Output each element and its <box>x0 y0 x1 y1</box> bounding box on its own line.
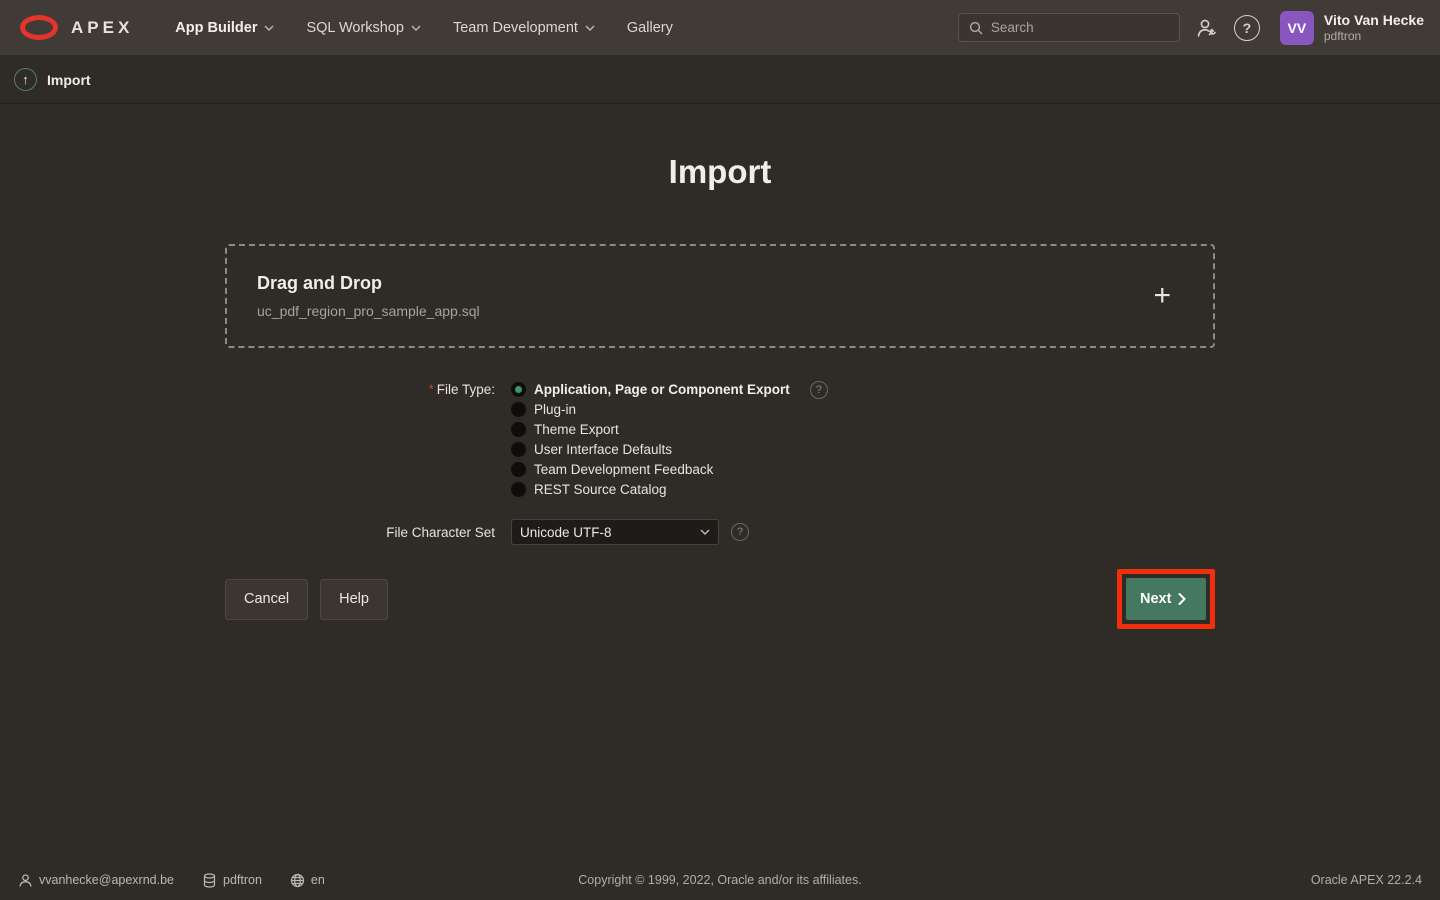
footer-language-code: en <box>311 873 325 887</box>
file-type-label: *File Type: <box>225 382 511 497</box>
chevron-down-icon <box>700 529 710 535</box>
nav-gallery[interactable]: Gallery <box>611 0 689 55</box>
breadcrumb: ↑ Import <box>0 56 1440 104</box>
nav-gallery-label: Gallery <box>627 20 673 36</box>
charset-row: File Character Set Unicode UTF-8 ? <box>225 519 1215 545</box>
avatar: VV <box>1280 11 1314 45</box>
nav-app-builder[interactable]: App Builder <box>159 0 290 55</box>
import-wizard: Import Drag and Drop uc_pdf_region_pro_s… <box>225 104 1215 629</box>
annotation-highlight-box: Next <box>1117 569 1215 629</box>
question-glyph: ? <box>737 526 743 538</box>
radio-icon <box>511 482 526 497</box>
radio-icon <box>511 422 526 437</box>
arrow-up-glyph: ↑ <box>22 72 29 87</box>
footer-language[interactable]: en <box>290 873 325 888</box>
next-button-label: Next <box>1140 591 1171 607</box>
radio-icon <box>511 462 526 477</box>
radio-theme-export[interactable]: Theme Export <box>511 422 828 437</box>
dropzone-title: Drag and Drop <box>257 273 480 294</box>
global-search[interactable] <box>958 13 1180 42</box>
dropzone-selected-file: uc_pdf_region_pro_sample_app.sql <box>257 303 480 319</box>
nav-team-development-label: Team Development <box>453 20 578 36</box>
footer-workspace-name: pdftron <box>223 873 262 887</box>
charset-selected-value: Unicode UTF-8 <box>520 525 612 540</box>
wizard-actions: Cancel Help Next <box>225 569 1215 629</box>
field-help-icon[interactable]: ? <box>810 381 828 399</box>
oracle-logo-icon[interactable] <box>20 15 58 40</box>
radio-rest-source-catalog[interactable]: REST Source Catalog <box>511 482 828 497</box>
help-icon[interactable]: ? <box>1234 15 1260 41</box>
dropzone-text: Drag and Drop uc_pdf_region_pro_sample_a… <box>257 273 480 319</box>
next-button[interactable]: Next <box>1126 578 1206 620</box>
administration-icon[interactable] <box>1194 15 1220 41</box>
main-menu: App Builder SQL Workshop Team Developmen… <box>159 0 689 55</box>
footer-version: Oracle APEX 22.2.4 <box>1311 873 1422 887</box>
chevron-down-icon <box>585 25 595 31</box>
charset-select[interactable]: Unicode UTF-8 <box>511 519 719 545</box>
question-glyph: ? <box>1243 20 1252 36</box>
nav-sql-workshop-label: SQL Workshop <box>306 20 404 36</box>
footer-user[interactable]: vvanhecke@apexrnd.be <box>18 873 174 888</box>
question-glyph: ? <box>816 384 822 396</box>
user-name: Vito Van Hecke <box>1324 12 1424 29</box>
nav-app-builder-label: App Builder <box>175 20 257 36</box>
header-right-tools: ? VV Vito Van Hecke pdftron <box>958 11 1424 45</box>
arrow-up-icon[interactable]: ↑ <box>14 68 37 91</box>
footer: Copyright © 1999, 2022, Oracle and/or it… <box>0 860 1440 900</box>
footer-workspace[interactable]: pdftron <box>202 873 262 888</box>
radio-icon <box>511 382 526 397</box>
top-navigation-bar: APEX App Builder SQL Workshop Team Devel… <box>0 0 1440 56</box>
radio-label: Application, Page or Component Export <box>534 382 790 397</box>
search-input[interactable] <box>991 20 1169 35</box>
radio-label: Plug-in <box>534 402 576 417</box>
file-type-row: *File Type: Application, Page or Compone… <box>225 382 1215 497</box>
required-marker: * <box>429 382 434 396</box>
file-type-label-text: File Type: <box>437 382 495 397</box>
charset-label: File Character Set <box>225 525 511 540</box>
search-icon <box>969 21 983 35</box>
apex-wordmark: APEX <box>71 18 133 38</box>
radio-application-export[interactable]: Application, Page or Component Export ? <box>511 382 828 397</box>
chevron-right-icon <box>1178 593 1186 605</box>
person-icon <box>18 873 33 888</box>
radio-label: Team Development Feedback <box>534 462 713 477</box>
radio-icon <box>511 442 526 457</box>
help-button[interactable]: Help <box>320 579 388 620</box>
globe-icon <box>290 873 305 888</box>
radio-ui-defaults[interactable]: User Interface Defaults <box>511 442 828 457</box>
chevron-down-icon <box>411 25 421 31</box>
plus-icon[interactable]: + <box>1153 281 1183 311</box>
file-dropzone[interactable]: Drag and Drop uc_pdf_region_pro_sample_a… <box>225 244 1215 348</box>
footer-user-email: vvanhecke@apexrnd.be <box>39 873 174 887</box>
database-icon <box>202 873 217 888</box>
chevron-down-icon <box>264 25 274 31</box>
nav-team-development[interactable]: Team Development <box>437 0 611 55</box>
cancel-button[interactable]: Cancel <box>225 579 308 620</box>
field-help-icon[interactable]: ? <box>731 523 749 541</box>
import-form: *File Type: Application, Page or Compone… <box>225 382 1215 629</box>
radio-label: Theme Export <box>534 422 619 437</box>
apex-import-page: { "header": { "brand": "APEX", "nav": [ … <box>0 0 1440 900</box>
user-identity: Vito Van Hecke pdftron <box>1324 12 1424 43</box>
user-workspace: pdftron <box>1324 29 1424 43</box>
file-type-radio-group: Application, Page or Component Export ? … <box>511 382 828 497</box>
user-menu[interactable]: VV Vito Van Hecke pdftron <box>1280 11 1424 45</box>
nav-sql-workshop[interactable]: SQL Workshop <box>290 0 437 55</box>
breadcrumb-current: Import <box>47 72 91 88</box>
radio-icon <box>511 402 526 417</box>
radio-label: REST Source Catalog <box>534 482 667 497</box>
page-title: Import <box>225 104 1215 192</box>
radio-team-dev-feedback[interactable]: Team Development Feedback <box>511 462 828 477</box>
radio-label: User Interface Defaults <box>534 442 672 457</box>
radio-plugin[interactable]: Plug-in <box>511 402 828 417</box>
